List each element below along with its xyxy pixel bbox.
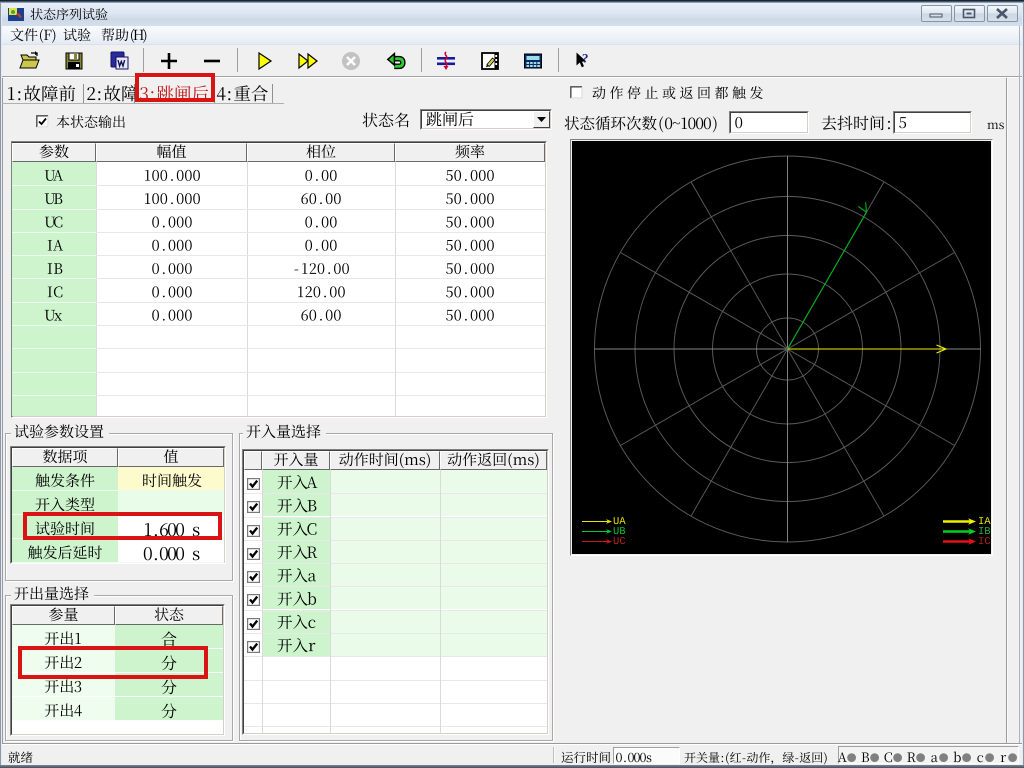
svg-text:?: ? [582,51,589,66]
